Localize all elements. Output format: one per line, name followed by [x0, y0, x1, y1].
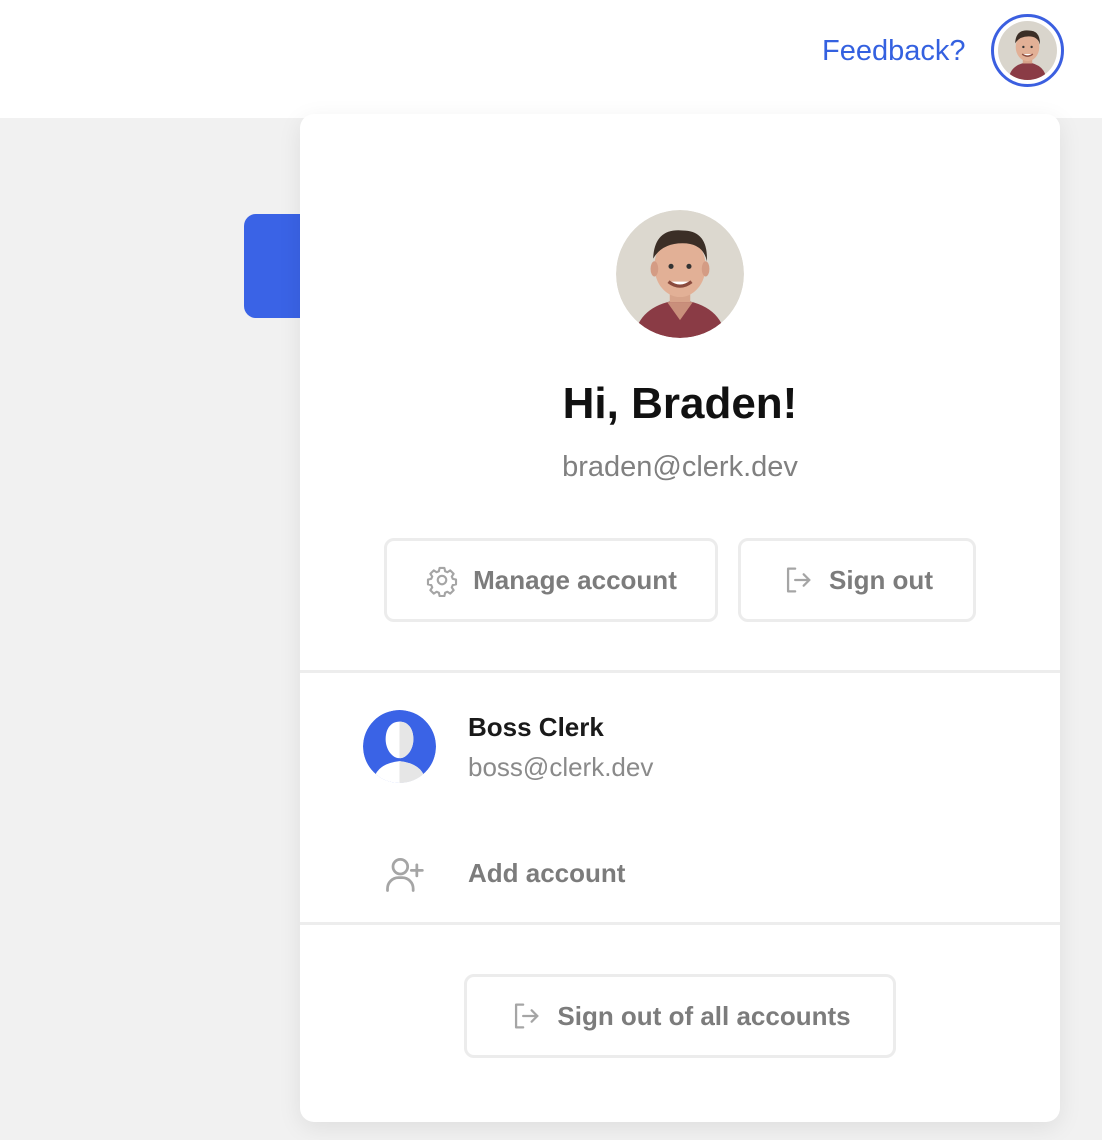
user-menu-popover: Hi, Braden! braden@clerk.dev Manage acco… [300, 114, 1060, 1122]
gear-icon [425, 563, 459, 597]
account-email: boss@clerk.dev [468, 752, 654, 782]
user-avatar-button[interactable] [991, 14, 1064, 87]
add-user-icon [382, 852, 426, 896]
manage-account-button[interactable]: Manage account [384, 538, 718, 622]
primary-email: braden@clerk.dev [562, 451, 798, 483]
manage-account-label: Manage account [473, 564, 677, 595]
greeting-heading: Hi, Braden! [562, 379, 798, 428]
top-bar: Feedback? [0, 0, 1102, 118]
user-photo-avatar-icon [616, 210, 744, 338]
sign-out-icon [509, 999, 543, 1033]
sign-out-label: Sign out [829, 564, 933, 595]
add-account-label: Add account [468, 858, 626, 888]
sign-out-button[interactable]: Sign out [738, 538, 976, 622]
profile-avatar [616, 210, 744, 338]
section-divider [300, 922, 1060, 925]
feedback-link[interactable]: Feedback? [822, 33, 966, 69]
account-list-item[interactable]: Boss Clerk boss@clerk.dev [300, 690, 1060, 790]
account-name: Boss Clerk [468, 712, 604, 742]
sign-out-icon [781, 563, 815, 597]
sign-out-all-button[interactable]: Sign out of all accounts [464, 974, 896, 1058]
add-account-button[interactable]: Add account [300, 834, 1060, 914]
section-divider [300, 670, 1060, 673]
user-photo-avatar-icon [998, 21, 1057, 80]
sign-out-all-label: Sign out of all accounts [557, 1000, 851, 1031]
default-user-avatar-icon [363, 710, 436, 783]
